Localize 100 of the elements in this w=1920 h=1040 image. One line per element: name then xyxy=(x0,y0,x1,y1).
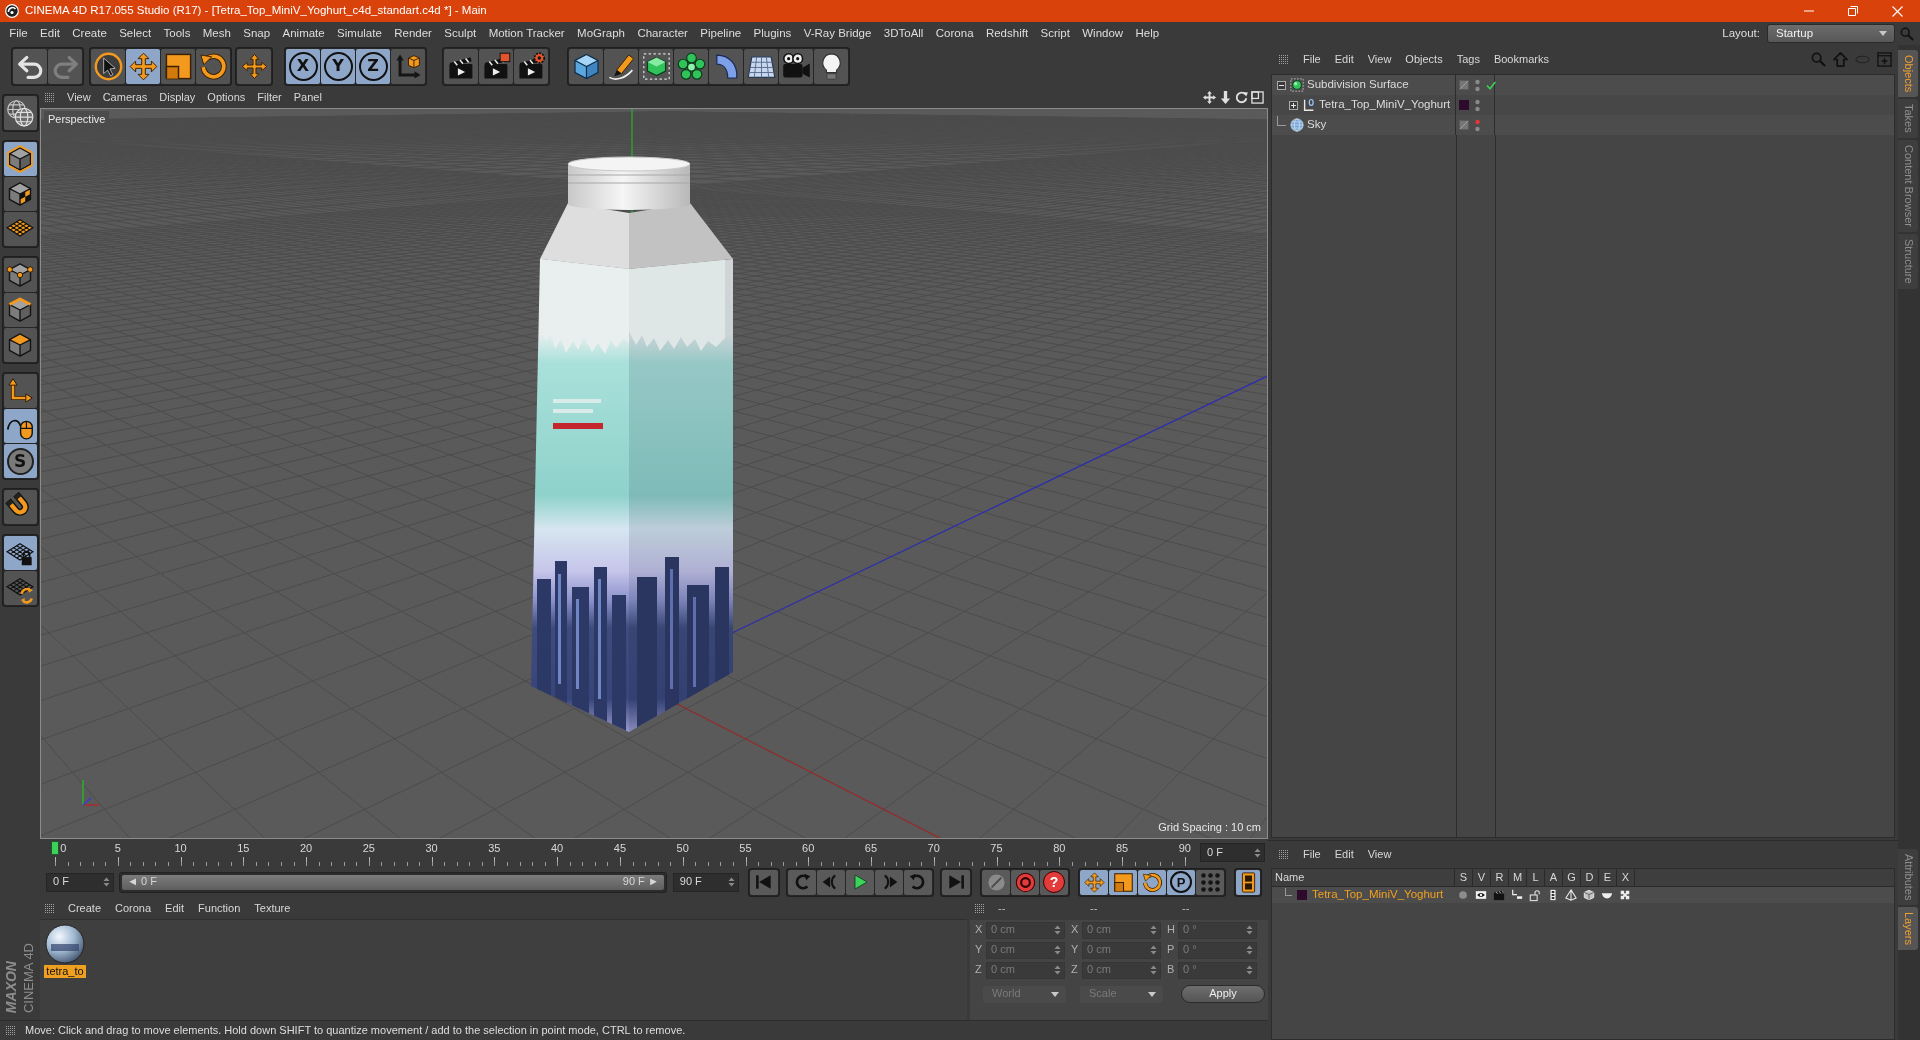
key-pla-button[interactable] xyxy=(1196,869,1224,895)
eye-icon[interactable] xyxy=(1475,889,1487,901)
layer-name[interactable]: Tetra_Top_MiniV_Yoghurt xyxy=(1312,888,1444,902)
menu-item[interactable]: Motion Tracker xyxy=(482,24,571,43)
floor-button[interactable] xyxy=(744,48,778,84)
menu-item[interactable]: Edit xyxy=(1327,845,1361,864)
workplane-button[interactable] xyxy=(3,212,37,246)
menu-item[interactable]: Create xyxy=(66,24,113,43)
object-name[interactable]: Sky xyxy=(1307,118,1327,132)
menu-item[interactable]: Function xyxy=(191,899,248,918)
column-header[interactable]: D xyxy=(1580,869,1598,886)
key-help-button[interactable]: ? xyxy=(1040,869,1068,895)
object-name[interactable]: Tetra_Top_MiniV_Yoghurt xyxy=(1319,98,1451,112)
four-way-arrows-icon[interactable] xyxy=(1203,91,1216,104)
playhead-marker[interactable] xyxy=(51,841,59,855)
axis-lock-button[interactable]: Z xyxy=(356,48,390,84)
restore-icon[interactable] xyxy=(1848,6,1858,16)
menu-item[interactable]: Tags xyxy=(1449,50,1487,69)
move-button[interactable] xyxy=(126,48,160,84)
layer-color-swatch[interactable] xyxy=(1459,100,1469,110)
workplane-lock-button[interactable] xyxy=(3,536,37,570)
menu-item[interactable]: File xyxy=(3,24,34,43)
menu-item[interactable]: Corona xyxy=(929,24,980,43)
end-frame-field[interactable]: 90 F xyxy=(672,872,739,892)
menu-item[interactable]: Select xyxy=(113,24,158,43)
points-button[interactable] xyxy=(3,258,37,292)
menu-item[interactable]: Simulate xyxy=(330,24,388,43)
subdivision-button[interactable] xyxy=(639,48,673,84)
menu-item[interactable]: View xyxy=(1360,845,1399,864)
column-header[interactable]: Name xyxy=(1272,869,1454,886)
select-button[interactable] xyxy=(91,48,125,84)
axis-button[interactable] xyxy=(3,374,37,408)
menu-item[interactable]: Pipeline xyxy=(694,24,748,43)
menu-item[interactable]: Redshift xyxy=(979,24,1035,43)
render-picture-button[interactable] xyxy=(479,48,513,84)
render-visibility-dot[interactable] xyxy=(1475,86,1480,91)
object-name[interactable]: Subdivision Surface xyxy=(1307,78,1409,92)
object-row[interactable]: Sky xyxy=(1272,115,1894,135)
menu-item[interactable]: Animate xyxy=(276,24,331,43)
workplane-align-button[interactable] xyxy=(3,571,37,605)
panel-grip-icon[interactable] xyxy=(975,904,985,914)
editor-visibility-dot[interactable] xyxy=(1475,119,1480,124)
menu-item[interactable]: Create xyxy=(61,899,109,918)
cube-button[interactable] xyxy=(569,48,603,84)
cube-icon[interactable] xyxy=(1583,889,1595,901)
next-key-button[interactable] xyxy=(904,869,932,895)
column-header[interactable]: A xyxy=(1544,869,1562,886)
start-frame-field[interactable]: 0 F xyxy=(46,872,115,892)
menu-item[interactable]: Snap xyxy=(237,24,277,43)
menu-item[interactable]: Tools xyxy=(157,24,197,43)
play-button[interactable] xyxy=(846,869,874,895)
column-header[interactable]: X xyxy=(1616,869,1634,886)
prev-key-button[interactable] xyxy=(788,869,816,895)
panel-tab[interactable]: Layers xyxy=(1898,906,1918,950)
slashed-square-icon[interactable] xyxy=(1459,120,1469,130)
menu-item[interactable]: Options xyxy=(201,88,252,107)
axis-lock-button[interactable]: Y xyxy=(321,48,355,84)
menu-item[interactable]: Edit xyxy=(33,24,67,43)
column-header[interactable]: R xyxy=(1490,869,1508,886)
app-logo-icon[interactable] xyxy=(5,4,19,18)
axis-lock-button[interactable]: X xyxy=(286,48,320,84)
maximize-icon[interactable] xyxy=(1251,91,1264,104)
spinner-arrows-icon[interactable] xyxy=(103,877,111,887)
rotate-icon[interactable] xyxy=(1235,91,1248,104)
column-header[interactable]: L xyxy=(1526,869,1544,886)
menu-item[interactable]: Help xyxy=(1129,24,1166,43)
open-padlock-icon[interactable] xyxy=(1529,889,1541,901)
current-frame-field[interactable]: 0 F xyxy=(1200,843,1265,862)
menu-item[interactable]: Bookmarks xyxy=(1486,50,1556,69)
spinner-arrows-icon[interactable] xyxy=(728,877,735,887)
render-view-button[interactable] xyxy=(444,48,478,84)
menu-item[interactable]: Texture xyxy=(247,899,298,918)
coordinate-system-button[interactable] xyxy=(391,48,425,84)
menu-item[interactable]: Edit xyxy=(1327,50,1361,69)
object-row[interactable]: Subdivision Surface xyxy=(1272,75,1894,95)
menu-item[interactable]: Sculpt xyxy=(438,24,483,43)
menu-item[interactable]: 3DToAll xyxy=(877,24,930,43)
cloner-button[interactable] xyxy=(674,48,708,84)
key-move-button[interactable] xyxy=(1080,869,1108,895)
menu-item[interactable]: File xyxy=(1296,50,1328,69)
render-visibility-dot[interactable] xyxy=(1475,126,1480,131)
menu-item[interactable]: Display xyxy=(153,88,202,107)
light-button[interactable] xyxy=(814,48,848,84)
menu-item[interactable]: Edit xyxy=(158,899,192,918)
column-header[interactable]: M xyxy=(1508,869,1526,886)
record-button[interactable] xyxy=(1011,869,1039,895)
layer-color-swatch[interactable] xyxy=(1297,890,1307,900)
dot-icon[interactable] xyxy=(1457,889,1469,901)
menu-item[interactable]: Filter xyxy=(251,88,288,107)
material-name[interactable]: tetra_to xyxy=(44,965,86,979)
menu-item[interactable]: Cameras xyxy=(96,88,154,107)
layer-row[interactable]: Tetra_Top_MiniV_Yoghurt xyxy=(1272,887,1894,903)
menu-item[interactable]: MoGraph xyxy=(570,24,632,43)
pen-button[interactable] xyxy=(604,48,638,84)
menu-item[interactable]: Character xyxy=(631,24,695,43)
close-icon[interactable] xyxy=(1892,5,1903,17)
tweak-button[interactable] xyxy=(3,409,37,443)
model-button[interactable] xyxy=(3,142,37,176)
autokey-button[interactable] xyxy=(982,869,1010,895)
menu-item[interactable]: Panel xyxy=(287,88,328,107)
